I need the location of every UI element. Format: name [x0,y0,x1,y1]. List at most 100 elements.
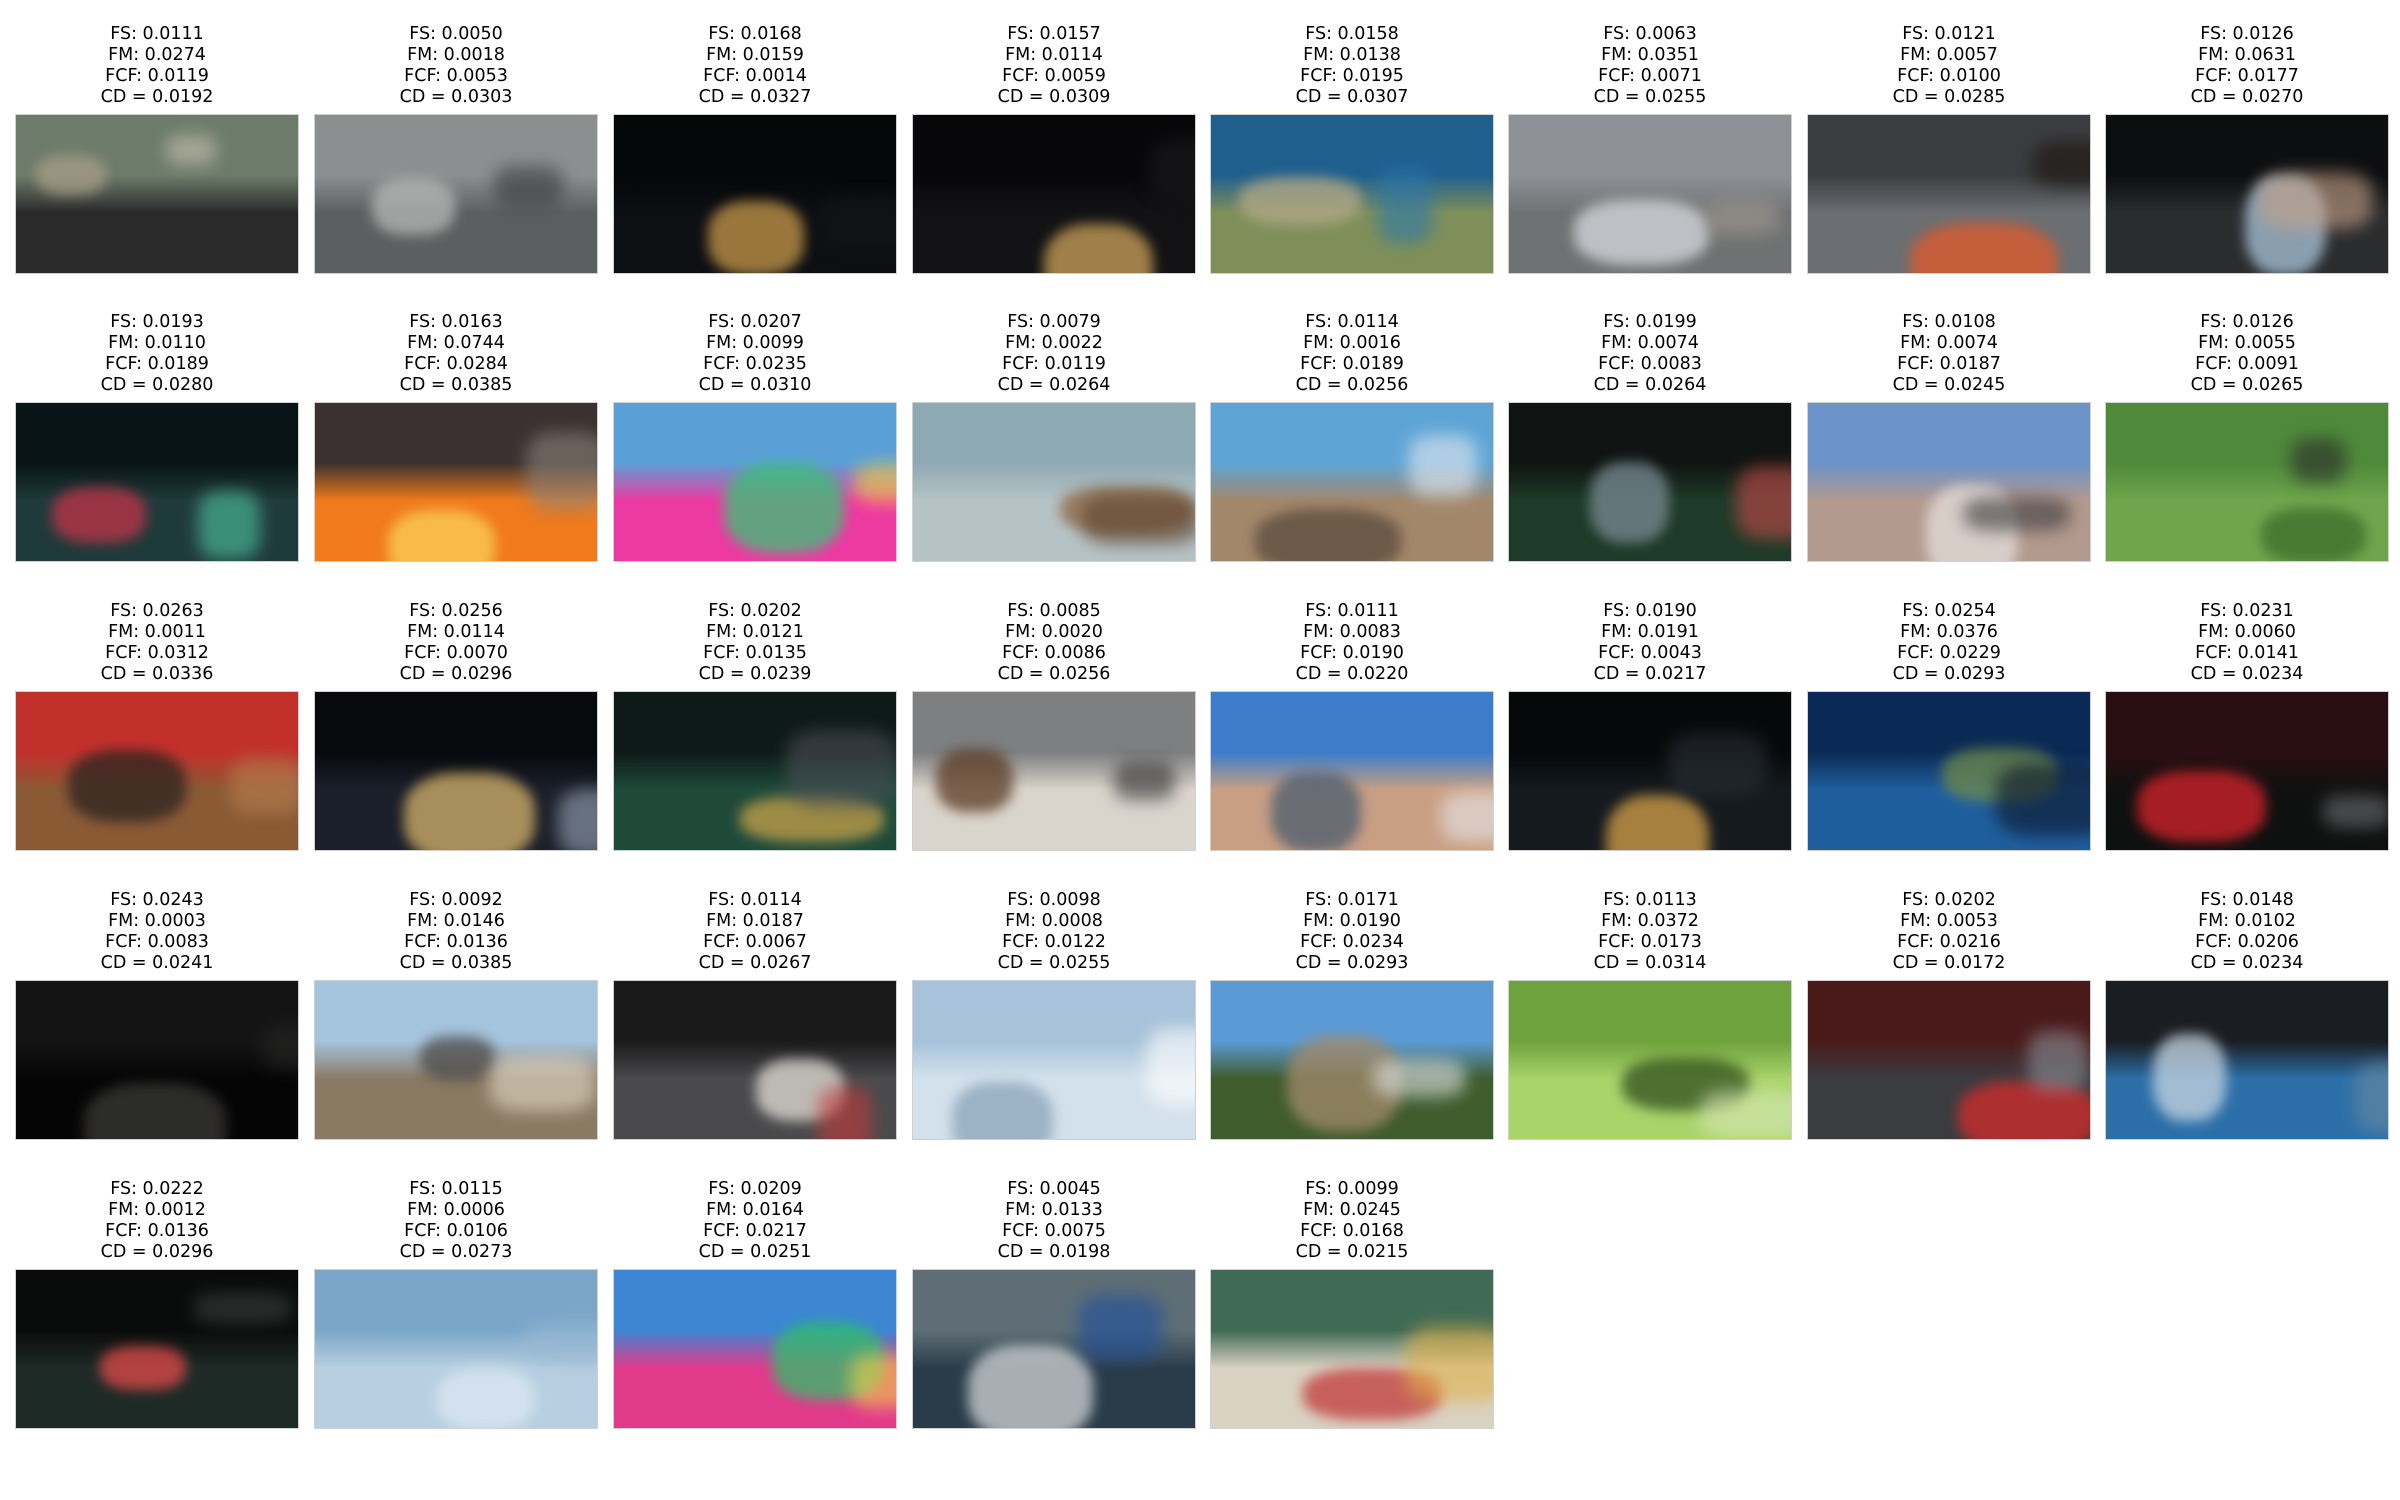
metric-fcf: FCF: 0.0043 [1598,643,1702,663]
metric-cd: CD = 0.0303 [399,87,513,107]
metric-fs: FS: 0.0114 [1305,312,1399,332]
video-frame-thumbnail [613,691,897,851]
metric-fm: FM: 0.0191 [1601,622,1699,642]
metric-cd: CD = 0.0256 [997,664,1111,684]
metric-fcf: FCF: 0.0135 [703,643,807,663]
metric-fs: FS: 0.0111 [110,24,204,44]
thumbnail-grid: FS: 0.0111 FM: 0.0274 FCF: 0.0119 CD = 0.01… [0,0,2400,1500]
metric-fcf: FCF: 0.0119 [1002,354,1106,374]
metric-label: FS: 0.0256 FM: 0.0114 FCF: 0.0070 CD = 0.02… [314,601,598,687]
video-frame-thumbnail [1508,402,1792,562]
metric-fs: FS: 0.0207 [708,312,802,332]
metric-cd: CD = 0.0239 [698,664,812,684]
video-frame-thumbnail [2105,691,2389,851]
metric-fcf: FCF: 0.0190 [1300,643,1404,663]
metric-fm: FM: 0.0011 [108,622,206,642]
metric-cd: CD = 0.0273 [399,1242,513,1262]
metric-fs: FS: 0.0158 [1305,24,1399,44]
metric-fs: FS: 0.0254 [1902,601,1996,621]
metric-fcf: FCF: 0.0053 [404,66,508,86]
metric-label: FS: 0.0158 FM: 0.0138 FCF: 0.0195 CD = 0.03… [1210,24,1494,110]
metric-fs: FS: 0.0190 [1603,601,1697,621]
metric-fs: FS: 0.0222 [110,1179,204,1199]
metric-cd: CD = 0.0241 [100,953,214,973]
metric-fs: FS: 0.0085 [1007,601,1101,621]
metric-label: FS: 0.0157 FM: 0.0114 FCF: 0.0059 CD = 0.03… [912,24,1196,110]
metric-fs: FS: 0.0202 [708,601,802,621]
metric-cd: CD = 0.0264 [1593,375,1707,395]
metric-fcf: FCF: 0.0083 [1598,354,1702,374]
video-frame-thumbnail [613,1269,897,1429]
video-frame-thumbnail [912,1269,1196,1429]
metric-fcf: FCF: 0.0173 [1598,932,1702,952]
video-frame-thumbnail [1210,691,1494,851]
metric-fcf: FCF: 0.0119 [105,66,209,86]
metric-cd: CD = 0.0327 [698,87,812,107]
metric-fm: FM: 0.0016 [1303,333,1401,353]
metric-fm: FM: 0.0102 [2198,911,2296,931]
metric-fcf: FCF: 0.0100 [1897,66,2001,86]
metric-fcf: FCF: 0.0086 [1002,643,1106,663]
video-frame-thumbnail [15,1269,299,1429]
metric-fcf: FCF: 0.0217 [703,1221,807,1241]
metric-fs: FS: 0.0114 [708,890,802,910]
metric-label: FS: 0.0171 FM: 0.0190 FCF: 0.0234 CD = 0.02… [1210,890,1494,976]
metric-fcf: FCF: 0.0195 [1300,66,1404,86]
video-frame-thumbnail [1210,980,1494,1140]
metric-fs: FS: 0.0115 [409,1179,503,1199]
metric-cd: CD = 0.0217 [1593,664,1707,684]
video-frame-thumbnail [1210,402,1494,562]
metric-fcf: FCF: 0.0312 [105,643,209,663]
metric-label: FS: 0.0111 FM: 0.0083 FCF: 0.0190 CD = 0.02… [1210,601,1494,687]
metric-cd: CD = 0.0385 [399,953,513,973]
metric-label: FS: 0.0063 FM: 0.0351 FCF: 0.0071 CD = 0.02… [1508,24,1792,110]
metric-cd: CD = 0.0172 [1892,953,2006,973]
metric-fs: FS: 0.0231 [2200,601,2294,621]
video-frame-thumbnail [1807,691,2091,851]
video-frame-thumbnail [1210,1269,1494,1429]
metric-fs: FS: 0.0157 [1007,24,1101,44]
metric-fs: FS: 0.0111 [1305,601,1399,621]
metric-fcf: FCF: 0.0136 [105,1221,209,1241]
metric-cd: CD = 0.0293 [1892,664,2006,684]
metric-fm: FM: 0.0003 [108,911,206,931]
video-frame-thumbnail [613,114,897,274]
metric-fm: FM: 0.0164 [706,1200,804,1220]
metric-fs: FS: 0.0108 [1902,312,1996,332]
metric-fs: FS: 0.0202 [1902,890,1996,910]
metric-cd: CD = 0.0296 [399,664,513,684]
metric-cd: CD = 0.0255 [1593,87,1707,107]
metric-label: FS: 0.0263 FM: 0.0011 FCF: 0.0312 CD = 0.03… [15,601,299,687]
metric-fcf: FCF: 0.0187 [1897,354,2001,374]
video-frame-thumbnail [912,114,1196,274]
video-frame-thumbnail [613,402,897,562]
metric-label: FS: 0.0126 FM: 0.0055 FCF: 0.0091 CD = 0.02… [2105,312,2389,398]
video-frame-thumbnail [912,402,1196,562]
metric-label: FS: 0.0111 FM: 0.0274 FCF: 0.0119 CD = 0.01… [15,24,299,110]
metric-cd: CD = 0.0264 [997,375,1111,395]
metric-fm: FM: 0.0074 [1601,333,1699,353]
metric-cd: CD = 0.0256 [1295,375,1409,395]
metric-cd: CD = 0.0270 [2190,87,2304,107]
metric-fm: FM: 0.0631 [2198,45,2296,65]
metric-fcf: FCF: 0.0229 [1897,643,2001,663]
metric-fs: FS: 0.0121 [1902,24,1996,44]
metric-label: FS: 0.0202 FM: 0.0053 FCF: 0.0216 CD = 0.01… [1807,890,2091,976]
metric-fcf: FCF: 0.0059 [1002,66,1106,86]
metric-cd: CD = 0.0198 [997,1242,1111,1262]
metric-cd: CD = 0.0293 [1295,953,1409,973]
metric-fs: FS: 0.0126 [2200,24,2294,44]
metric-fcf: FCF: 0.0070 [404,643,508,663]
metric-fs: FS: 0.0063 [1603,24,1697,44]
metric-fcf: FCF: 0.0216 [1897,932,2001,952]
metric-fcf: FCF: 0.0234 [1300,932,1404,952]
metric-label: FS: 0.0202 FM: 0.0121 FCF: 0.0135 CD = 0.02… [613,601,897,687]
metric-fs: FS: 0.0243 [110,890,204,910]
video-frame-thumbnail [314,402,598,562]
metric-fcf: FCF: 0.0067 [703,932,807,952]
metric-cd: CD = 0.0251 [698,1242,812,1262]
metric-fm: FM: 0.0020 [1005,622,1103,642]
video-frame-thumbnail [314,1269,598,1429]
metric-cd: CD = 0.0245 [1892,375,2006,395]
metric-fm: FM: 0.0133 [1005,1200,1103,1220]
